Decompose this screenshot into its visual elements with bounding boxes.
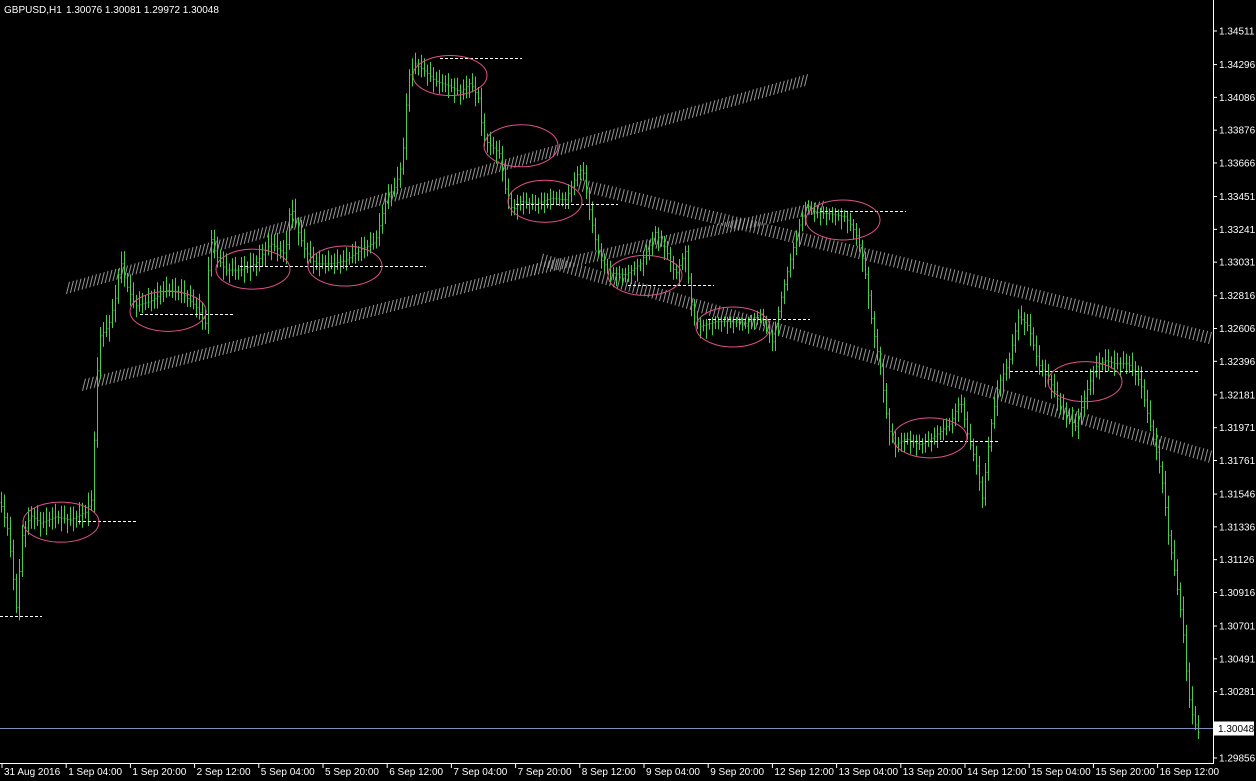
x-tick-label: 15 Sep 04:00 xyxy=(1031,767,1091,778)
y-tick-label: 1.31336 xyxy=(1219,522,1256,533)
y-tick-label: 1.33241 xyxy=(1219,225,1256,236)
y-tick-label: 1.31761 xyxy=(1219,456,1256,467)
x-tick-label: 13 Sep 04:00 xyxy=(839,767,899,778)
y-tick-label: 1.30491 xyxy=(1219,654,1256,665)
y-tick-label: 1.31546 xyxy=(1219,490,1256,501)
x-tick-label: 16 Sep 12:00 xyxy=(1160,767,1220,778)
x-tick-label: 9 Sep 04:00 xyxy=(646,767,700,778)
x-tick-label: 7 Sep 20:00 xyxy=(518,767,572,778)
price-chart[interactable]: 1.34511 1.34296 1.34086 1.33876 1.33666 1.334… xyxy=(0,0,1256,781)
chart-ohlc: 1.30076 1.30081 1.29972 1.30048 xyxy=(66,5,219,16)
y-tick-label: 1.33876 xyxy=(1219,126,1256,137)
current-price-text: 1.30048 xyxy=(1218,724,1255,735)
y-tick-label: 1.32816 xyxy=(1219,291,1256,302)
x-tick-label: 5 Sep 20:00 xyxy=(325,767,379,778)
y-tick-label: 1.34086 xyxy=(1219,93,1256,104)
x-tick-label: 1 Sep 20:00 xyxy=(132,767,186,778)
chart-symbol: GBPUSD,H1 xyxy=(4,5,62,16)
x-tick-label: 5 Sep 04:00 xyxy=(261,767,315,778)
x-tick-label: 12 Sep 12:00 xyxy=(774,767,834,778)
y-tick-label: 1.32396 xyxy=(1219,357,1256,368)
y-tick-label: 1.31126 xyxy=(1219,555,1255,566)
x-tick-label: 7 Sep 04:00 xyxy=(453,767,507,778)
current-price-label: 1.30048 xyxy=(1214,721,1255,736)
x-tick-label: 13 Sep 20:00 xyxy=(903,767,963,778)
y-tick-label: 1.32606 xyxy=(1219,324,1256,335)
y-tick-label: 1.29856 xyxy=(1219,754,1256,765)
y-tick-label: 1.30916 xyxy=(1219,588,1256,599)
x-tick-label: 15 Sep 20:00 xyxy=(1095,767,1155,778)
x-tick-label: 8 Sep 12:00 xyxy=(582,767,636,778)
y-tick-label: 1.34296 xyxy=(1219,60,1256,71)
chart-background xyxy=(0,0,1256,781)
x-tick-label: 2 Sep 12:00 xyxy=(197,767,251,778)
y-tick-label: 1.33031 xyxy=(1219,258,1256,269)
y-tick-label: 1.34511 xyxy=(1219,27,1255,38)
x-tick-label: 14 Sep 12:00 xyxy=(967,767,1027,778)
y-tick-label: 1.30701 xyxy=(1219,622,1256,633)
y-tick-label: 1.33666 xyxy=(1219,158,1256,169)
x-tick-label: 9 Sep 20:00 xyxy=(710,767,764,778)
x-tick-label: 6 Sep 12:00 xyxy=(389,767,443,778)
y-tick-label: 1.31971 xyxy=(1219,423,1256,434)
y-tick-label: 1.30281 xyxy=(1219,687,1256,698)
x-tick-label: 31 Aug 2016 xyxy=(4,767,61,778)
y-tick-label: 1.32181 xyxy=(1219,390,1256,401)
x-tick-label: 1 Sep 04:00 xyxy=(68,767,122,778)
y-tick-label: 1.33451 xyxy=(1219,192,1256,203)
